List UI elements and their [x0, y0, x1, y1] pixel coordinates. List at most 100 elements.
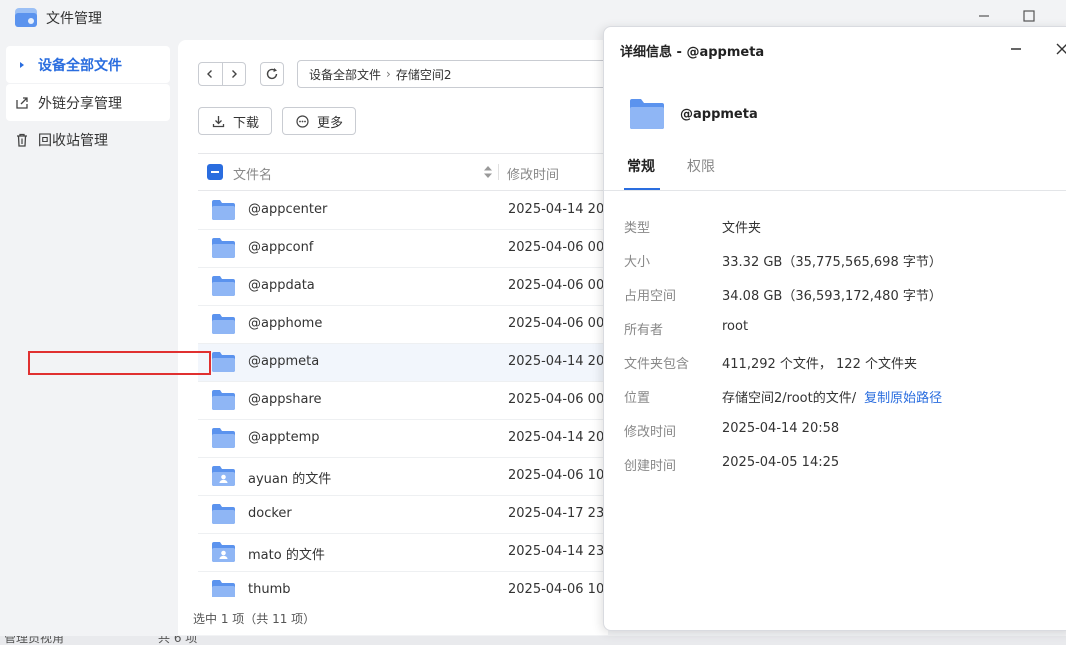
- column-header-modified[interactable]: 修改时间: [507, 164, 559, 183]
- sidebar-item-label: 外链分享管理: [38, 95, 122, 112]
- file-modified-time: 2025-04-14 20:: [508, 430, 609, 445]
- maximize-icon[interactable]: [1019, 6, 1039, 26]
- property-key: 文件夹包含: [624, 357, 690, 372]
- table-row[interactable]: @appdata 2025-04-06 00:: [198, 268, 618, 306]
- close-icon[interactable]: [1052, 39, 1066, 59]
- file-name: thumb: [248, 582, 291, 597]
- back-button[interactable]: [199, 63, 222, 85]
- details-tabs: 常规 权限: [604, 152, 1066, 191]
- user-folder-icon: [212, 466, 235, 486]
- user-folder-icon: [212, 542, 235, 562]
- breadcrumb[interactable]: 设备全部文件 › 存储空间2: [297, 60, 617, 88]
- property-key: 创建时间: [624, 459, 677, 474]
- property-value-wrap: 33.32 GB（35,775,565,698 字节）: [722, 251, 942, 270]
- file-modified-time: 2025-04-06 10:: [508, 582, 609, 597]
- property-row: 修改时间 2025-04-14 20:58: [624, 421, 1064, 443]
- sort-icon[interactable]: [483, 165, 493, 179]
- column-divider[interactable]: [498, 164, 499, 180]
- property-row: 类型 文件夹: [624, 217, 1064, 239]
- more-label: 更多: [317, 115, 344, 131]
- table-header: 文件名 修改时间: [198, 153, 618, 191]
- property-value: 存储空间2/root的文件/: [722, 391, 857, 406]
- file-name: @appmeta: [248, 354, 320, 369]
- table-row[interactable]: @apphome 2025-04-06 00:: [198, 306, 618, 344]
- select-all-checkbox[interactable]: [207, 164, 223, 180]
- property-key: 类型: [624, 221, 651, 236]
- folder-icon: [212, 504, 235, 524]
- chevron-left-icon: [207, 70, 213, 78]
- more-button[interactable]: 更多: [282, 107, 357, 135]
- property-key: 占用空间: [624, 289, 677, 304]
- property-key: 大小: [624, 255, 651, 270]
- file-name: @appdata: [248, 278, 315, 293]
- table-row[interactable]: mato 的文件 2025-04-14 23:: [198, 534, 618, 572]
- details-panel: 详细信息 - @appmeta @appmeta 常规 权限 类型 文件夹大小 33…: [603, 26, 1066, 631]
- sidebar-item-label: 设备全部文件: [38, 57, 122, 74]
- property-row: 大小 33.32 GB（35,775,565,698 字节）: [624, 251, 1064, 273]
- property-row: 所有者 root: [624, 319, 1064, 341]
- file-modified-time: 2025-04-06 00:: [508, 392, 609, 407]
- file-modified-time: 2025-04-14 20:: [508, 202, 609, 217]
- property-value: 34.08 GB（36,593,172,480 字节）: [722, 289, 942, 304]
- active-tab-indicator: [624, 188, 660, 190]
- property-value: 2025-04-05 14:25: [722, 455, 840, 470]
- breadcrumb-separator-icon: ›: [386, 67, 391, 81]
- file-name: @apptemp: [248, 430, 320, 445]
- sidebar-item-share-links[interactable]: 外链分享管理: [6, 84, 170, 121]
- property-value: 33.32 GB（35,775,565,698 字节）: [722, 255, 942, 270]
- details-item-name: @appmeta: [680, 107, 758, 122]
- file-modified-time: 2025-04-06 10:: [508, 468, 609, 483]
- details-title: 详细信息 - @appmeta: [620, 45, 765, 60]
- copy-path-link[interactable]: 复制原始路径: [864, 391, 942, 406]
- table-row[interactable]: @appcenter 2025-04-14 20:: [198, 192, 618, 230]
- table-row[interactable]: @appshare 2025-04-06 00:: [198, 382, 618, 420]
- property-value: 2025-04-14 20:58: [722, 421, 840, 436]
- property-value: 文件夹: [722, 221, 762, 236]
- table-row[interactable]: @apptemp 2025-04-14 20:: [198, 420, 618, 458]
- file-modified-time: 2025-04-14 20:: [508, 354, 609, 369]
- chevron-right-icon: [231, 70, 237, 78]
- file-name: mato 的文件: [248, 548, 325, 563]
- folder-icon: [212, 428, 235, 448]
- sidebar: 设备全部文件 外链分享管理 回收站管理: [0, 36, 176, 636]
- table-row[interactable]: ayuan 的文件 2025-04-06 10:: [198, 458, 618, 496]
- file-modified-time: 2025-04-17 23:: [508, 506, 609, 521]
- table-row[interactable]: @appconf 2025-04-06 00:: [198, 230, 618, 268]
- column-header-name[interactable]: 文件名: [233, 164, 272, 183]
- minimize-icon[interactable]: [1006, 39, 1026, 59]
- table-row[interactable]: @appmeta 2025-04-14 20:: [198, 344, 618, 382]
- background-view-label: 管理员视角: [4, 636, 65, 645]
- sidebar-item-label: 回收站管理: [38, 132, 108, 149]
- property-row: 占用空间 34.08 GB（36,593,172,480 字节）: [624, 285, 1064, 307]
- property-value-wrap: 2025-04-14 20:58: [722, 421, 839, 436]
- sidebar-item-recycle-bin[interactable]: 回收站管理: [6, 121, 170, 158]
- file-modified-time: 2025-04-14 23:: [508, 544, 609, 559]
- nav-buttons: [198, 62, 246, 86]
- more-icon: [295, 114, 309, 128]
- property-key: 所有者: [624, 323, 664, 338]
- sidebar-item-all-files[interactable]: 设备全部文件: [6, 46, 170, 83]
- property-value: 411,292 个文件， 122 个文件夹: [722, 357, 917, 372]
- table-row[interactable]: thumb 2025-04-06 10:: [198, 572, 618, 597]
- breadcrumb-item[interactable]: 存储空间2: [396, 66, 452, 83]
- caret-right-icon: [14, 57, 30, 73]
- file-name: @appcenter: [248, 202, 328, 217]
- refresh-button[interactable]: [260, 62, 284, 86]
- forward-button[interactable]: [221, 63, 245, 85]
- property-value-wrap: 2025-04-05 14:25: [722, 455, 839, 470]
- download-button[interactable]: 下载: [198, 107, 273, 135]
- table-row[interactable]: docker 2025-04-17 23:: [198, 496, 618, 534]
- minimize-icon[interactable]: [974, 6, 994, 26]
- file-list: @appcenter 2025-04-14 20: @appconf 2025-04-…: [198, 192, 618, 597]
- folder-app-icon: [15, 8, 37, 27]
- folder-icon: [212, 352, 235, 372]
- property-value-wrap: 存储空间2/root的文件/复制原始路径: [722, 387, 942, 406]
- folder-icon: [212, 580, 235, 597]
- tab-general[interactable]: 常规: [627, 156, 655, 176]
- tab-permissions[interactable]: 权限: [687, 156, 715, 176]
- breadcrumb-item[interactable]: 设备全部文件: [309, 66, 381, 83]
- property-value: root: [722, 319, 749, 334]
- property-row: 文件夹包含 411,292 个文件， 122 个文件夹: [624, 353, 1064, 375]
- refresh-icon: [266, 68, 278, 80]
- file-modified-time: 2025-04-06 00:: [508, 278, 609, 293]
